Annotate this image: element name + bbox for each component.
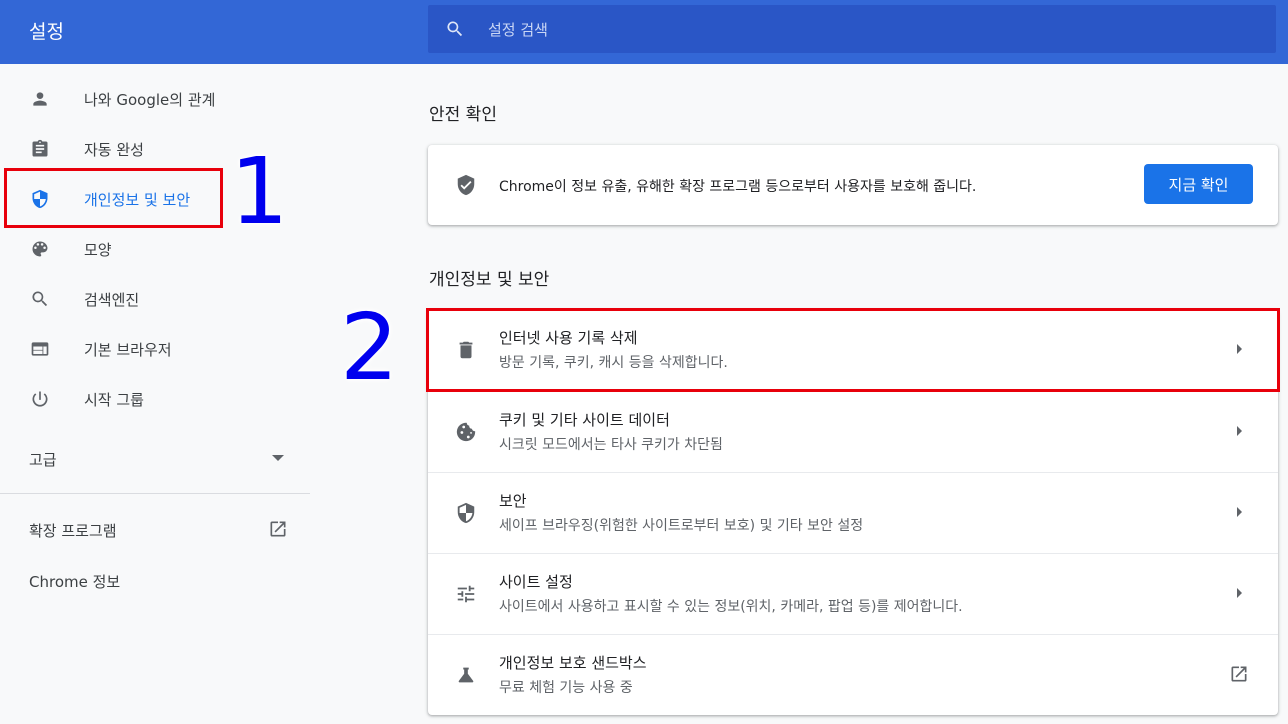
row-title: 개인정보 보호 샌드박스 <box>499 654 647 672</box>
row-subtitle: 사이트에서 사용하고 표시할 수 있는 정보(위치, 카메라, 팝업 등)를 제… <box>499 599 963 615</box>
chevron-right-icon <box>1237 588 1242 598</box>
sidebar-item-label: 자동 완성 <box>84 141 144 159</box>
row-title: 보안 <box>499 492 527 510</box>
security-row[interactable]: 보안 세이프 브라우징(위험한 사이트로부터 보호) 및 기타 보안 설정 <box>428 472 1278 553</box>
annotation-number-2: 2 <box>340 294 399 401</box>
advanced-label: 고급 <box>29 451 57 469</box>
sidebar-item-on-startup[interactable]: 시작 그룹 <box>0 376 300 422</box>
sidebar-item-label: 기본 브라우저 <box>84 341 172 359</box>
clipboard-icon <box>32 139 48 157</box>
chevron-right-icon <box>1237 507 1242 517</box>
row-subtitle: 세이프 브라우징(위험한 사이트로부터 보호) 및 기타 보안 설정 <box>499 518 864 534</box>
open-in-new-icon <box>1231 666 1247 682</box>
check-now-button[interactable]: 지금 확인 <box>1144 164 1253 204</box>
privacy-section-title: 개인정보 및 보안 <box>429 270 550 290</box>
annotation-box-1 <box>4 168 223 228</box>
annotation-number-1: 1 <box>230 138 289 245</box>
safety-check-title: 안전 확인 <box>429 105 497 125</box>
power-icon <box>32 391 48 407</box>
chevron-down-icon <box>272 455 284 461</box>
shield-icon <box>457 502 475 524</box>
safety-check-description: Chrome이 정보 유출, 유해한 확장 프로그램 등으로부터 사용자를 보호… <box>499 179 977 195</box>
sidebar-item-you-and-google[interactable]: 나와 Google의 관계 <box>0 76 300 122</box>
sidebar-item-label: 모양 <box>84 241 112 259</box>
chevron-right-icon <box>1237 426 1242 436</box>
extensions-link[interactable]: 확장 프로그램 <box>0 509 300 549</box>
advanced-toggle[interactable]: 고급 <box>0 436 300 480</box>
divider <box>0 493 310 494</box>
shield-check-icon <box>457 174 475 196</box>
sidebar-item-label: 검색엔진 <box>84 291 140 309</box>
extensions-label: 확장 프로그램 <box>29 522 117 540</box>
palette-icon <box>32 241 48 257</box>
sidebar-item-label: 나와 Google의 관계 <box>84 91 216 109</box>
row-subtitle: 무료 체험 기능 사용 중 <box>499 680 633 696</box>
row-title: 사이트 설정 <box>499 573 573 591</box>
search-icon <box>447 21 463 37</box>
cookie-icon <box>456 422 476 442</box>
cookies-row[interactable]: 쿠키 및 기타 사이트 데이터 시크릿 모드에서는 타사 쿠키가 차단됨 <box>428 391 1278 472</box>
flask-icon <box>458 667 474 683</box>
search-input[interactable] <box>486 5 1250 55</box>
search-icon <box>32 291 48 307</box>
site-settings-row[interactable]: 사이트 설정 사이트에서 사용하고 표시할 수 있는 정보(위치, 카메라, 팝… <box>428 553 1278 634</box>
row-subtitle: 시크릿 모드에서는 타사 쿠키가 차단됨 <box>499 437 723 453</box>
open-in-new-icon <box>270 521 286 537</box>
sidebar-item-search-engine[interactable]: 검색엔진 <box>0 276 300 322</box>
browser-window-icon <box>31 342 49 356</box>
row-title: 쿠키 및 기타 사이트 데이터 <box>499 411 670 429</box>
person-icon <box>33 92 47 106</box>
sidebar-item-default-browser[interactable]: 기본 브라우저 <box>0 326 300 372</box>
sliders-icon <box>457 585 475 603</box>
about-chrome-label: Chrome 정보 <box>29 573 121 591</box>
search-box[interactable] <box>428 5 1276 55</box>
page-title: 설정 <box>29 21 64 43</box>
about-chrome-link[interactable]: Chrome 정보 <box>0 560 300 600</box>
annotation-box-2 <box>426 308 1280 392</box>
safety-check-card: Chrome이 정보 유출, 유해한 확장 프로그램 등으로부터 사용자를 보호… <box>428 145 1278 225</box>
sidebar-item-label: 시작 그룹 <box>84 391 144 409</box>
top-bar: 설정 <box>0 0 1288 64</box>
privacy-sandbox-row[interactable]: 개인정보 보호 샌드박스 무료 체험 기능 사용 중 <box>428 634 1278 715</box>
